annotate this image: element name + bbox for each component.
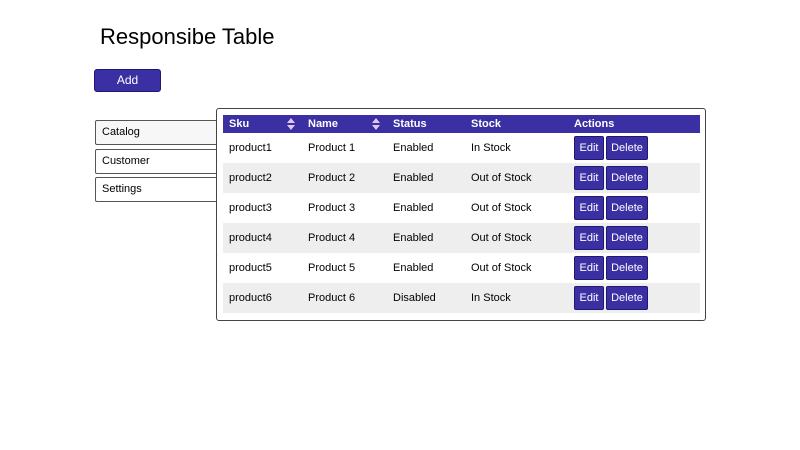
- cell-sku: product6: [223, 283, 302, 313]
- cell-status: Enabled: [393, 142, 434, 154]
- cell-name: Product 5: [308, 262, 356, 274]
- page-title: Responsibe Table: [100, 24, 275, 49]
- cell-status: Disabled: [387, 283, 465, 313]
- column-header-label: Sku: [229, 118, 250, 130]
- product-table-card: Sku Name Status Stock Actions product1 P…: [216, 108, 706, 321]
- column-header-actions: Actions: [568, 115, 700, 133]
- add-product-button[interactable]: Add Product: [94, 69, 161, 108]
- edit-button[interactable]: Edit: [574, 286, 604, 311]
- cell-actions: Edit Delete: [568, 193, 700, 223]
- nav-item-customer[interactable]: Customer: [95, 148, 225, 174]
- cell-name: Product 3: [308, 202, 356, 214]
- edit-button[interactable]: Edit: [574, 166, 604, 191]
- cell-name: Product 2: [302, 163, 387, 193]
- cell-name: Product 6: [302, 283, 387, 313]
- column-header-label: Name: [308, 118, 338, 130]
- edit-button[interactable]: Edit: [574, 136, 604, 161]
- nav-item-catalog[interactable]: Catalog: [95, 120, 225, 145]
- cell-name: Product 1: [308, 142, 356, 154]
- delete-button[interactable]: Delete: [606, 166, 648, 191]
- cell-stock: Out of Stock: [465, 223, 568, 253]
- cell-sku: product4: [223, 223, 302, 253]
- cell-actions: Edit Delete: [568, 283, 700, 313]
- delete-button[interactable]: Delete: [606, 196, 648, 221]
- page: Responsibe Table Add Product Catalog Cus…: [0, 0, 800, 450]
- table-row: product3 Product 3 Enabled Out of Stock …: [223, 193, 700, 223]
- cell-actions: Edit Delete: [568, 133, 700, 163]
- cell-status: Enabled: [393, 202, 434, 214]
- table-row: product1 Product 1 Enabled In Stock Edit…: [223, 133, 700, 163]
- table-row: product2 Product 2 Enabled Out of Stock …: [223, 163, 700, 193]
- table-row: product5 Product 5 Enabled Out of Stock …: [223, 253, 700, 283]
- delete-button[interactable]: Delete: [606, 286, 648, 311]
- edit-button[interactable]: Edit: [574, 256, 604, 281]
- cell-stock: Out of Stock: [471, 262, 532, 274]
- table-row: product4 Product 4 Enabled Out of Stock …: [223, 223, 700, 253]
- cell-name: Product 4: [302, 223, 387, 253]
- cell-sku: product2: [223, 163, 302, 193]
- cell-stock: Out of Stock: [471, 202, 532, 214]
- column-header-name[interactable]: Name: [302, 115, 387, 133]
- column-header-status: Status: [387, 115, 465, 133]
- edit-button[interactable]: Edit: [574, 196, 604, 221]
- cell-status: Enabled: [387, 163, 465, 193]
- cell-actions: Edit Delete: [568, 253, 700, 283]
- cell-actions: Edit Delete: [568, 223, 700, 253]
- cell-sku: product3: [229, 202, 272, 214]
- table-row: product6 Product 6 Disabled In Stock Edi…: [223, 283, 700, 313]
- cell-stock: In Stock: [465, 283, 568, 313]
- column-header-sku[interactable]: Sku: [223, 115, 302, 133]
- cell-stock: In Stock: [471, 142, 511, 154]
- side-nav: Catalog Customer Settings: [95, 120, 225, 206]
- product-table: Sku Name Status Stock Actions product1 P…: [223, 115, 700, 313]
- cell-status: Enabled: [393, 262, 434, 274]
- delete-button[interactable]: Delete: [606, 226, 648, 251]
- delete-button[interactable]: Delete: [606, 136, 648, 161]
- table-header-row: Sku Name Status Stock Actions: [223, 115, 700, 133]
- cell-actions: Edit Delete: [568, 163, 700, 193]
- cell-sku: product5: [229, 262, 272, 274]
- nav-item-settings[interactable]: Settings: [95, 177, 225, 202]
- delete-button[interactable]: Delete: [606, 256, 648, 281]
- sort-icon[interactable]: [372, 118, 381, 130]
- cell-status: Enabled: [387, 223, 465, 253]
- cell-stock: Out of Stock: [465, 163, 568, 193]
- cell-sku: product1: [229, 142, 272, 154]
- edit-button[interactable]: Edit: [574, 226, 604, 251]
- sort-icon[interactable]: [287, 118, 296, 130]
- column-header-stock: Stock: [465, 115, 568, 133]
